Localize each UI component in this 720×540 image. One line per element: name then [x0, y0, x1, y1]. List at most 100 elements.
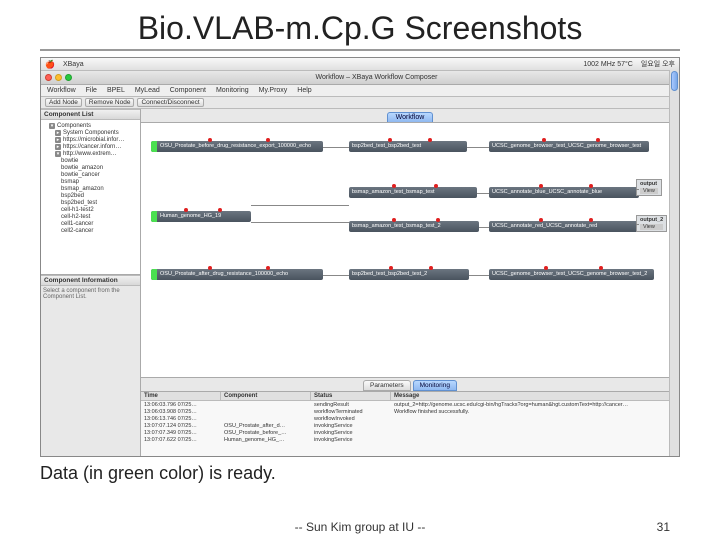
workflow-node[interactable]: UCSC_genome_browser_test_UCSC_genome_bro…	[489, 269, 654, 280]
workflow-node[interactable]: bsmap_amazon_test_bsmap_test	[349, 187, 477, 198]
tree-item[interactable]: ▾Components	[43, 122, 138, 129]
component-tree[interactable]: ▾Components▸System Components▸https://mi…	[41, 120, 140, 275]
edge	[251, 222, 349, 223]
tree-item[interactable]: bowtie	[43, 157, 138, 164]
component-info-header: Component Information	[41, 275, 140, 286]
log-col-time[interactable]: Time	[141, 392, 221, 400]
output-node[interactable]: output_2View	[636, 215, 667, 232]
tree-item[interactable]: ▾http://www.extrem…	[43, 150, 138, 157]
log-row[interactable]: 13:07:07.349 07/25…OSU_Prostate_before_……	[141, 429, 679, 436]
tree-item[interactable]: bsmap_amazon	[43, 185, 138, 192]
node-port[interactable]	[599, 266, 603, 270]
menubar-clock: 일요일 오후	[641, 59, 675, 69]
menu-component[interactable]: Component	[170, 87, 206, 94]
log-row[interactable]: 13:07:07.124 07/25…OSU_Prostate_after_d……	[141, 422, 679, 429]
monitoring-log: Time Component Status Message 13:06:03.7…	[141, 391, 679, 456]
log-col-message[interactable]: Message	[391, 392, 679, 400]
tree-item[interactable]: ▸https://cancer.inforn…	[43, 143, 138, 150]
menubar-app[interactable]: XBaya	[63, 61, 84, 68]
tree-item[interactable]: bsp2bed	[43, 192, 138, 199]
toolbar-add-node[interactable]: Add Node	[45, 98, 82, 107]
close-icon[interactable]	[45, 74, 52, 81]
log-row[interactable]: 13:06:13.746 07/25…workflowInvoked	[141, 415, 679, 422]
node-port[interactable]	[429, 266, 433, 270]
log-col-status[interactable]: Status	[311, 392, 391, 400]
edge	[323, 275, 349, 276]
zoom-icon[interactable]	[65, 74, 72, 81]
tab-parameters[interactable]: Parameters	[363, 380, 411, 391]
slide-title: Bio.VLAB-m.Cp.G Screenshots	[0, 0, 720, 49]
edge	[469, 275, 489, 276]
node-port[interactable]	[544, 266, 548, 270]
left-panel: Component List ▾Components▸System Compon…	[41, 109, 141, 456]
log-row[interactable]: 13:06:03.796 07/25…sendingResultoutput_2…	[141, 401, 679, 408]
node-port[interactable]	[589, 218, 593, 222]
component-list-header: Component List	[41, 109, 140, 120]
tree-item[interactable]: bowtie_cancer	[43, 171, 138, 178]
node-port[interactable]	[389, 266, 393, 270]
edge	[477, 193, 489, 194]
tree-item[interactable]: bsmap	[43, 178, 138, 185]
log-row[interactable]: 13:06:03.908 07/25…workflowTerminatedWor…	[141, 408, 679, 415]
tree-item[interactable]: ▸System Components	[43, 129, 138, 136]
workflow-node[interactable]: OSU_Prostate_before_drug_resistance_expo…	[151, 141, 323, 152]
edge	[636, 189, 639, 190]
tree-item[interactable]: cell2-cancer	[43, 227, 138, 234]
tree-item[interactable]: cell1-cancer	[43, 220, 138, 227]
log-row[interactable]: 13:07:07.622 07/25…Human_genome_HG_…invo…	[141, 436, 679, 443]
node-port[interactable]	[428, 138, 432, 142]
tab-workflow[interactable]: Workflow	[387, 112, 434, 122]
toolbar: Add NodeRemove NodeConnect/Disconnect	[41, 97, 679, 109]
page-number: 31	[657, 520, 670, 534]
slide-caption: Data (in green color) is ready.	[0, 457, 720, 484]
log-scrollbar[interactable]	[669, 70, 679, 456]
menu-bpel[interactable]: BPEL	[107, 87, 125, 94]
edge	[467, 147, 489, 148]
tree-item[interactable]: bowtie_amazon	[43, 164, 138, 171]
tree-item[interactable]: ▸https://microbial.infor…	[43, 136, 138, 143]
menu-help[interactable]: Help	[297, 87, 311, 94]
toolbar-connect-disconnect[interactable]: Connect/Disconnect	[137, 98, 203, 107]
app-window: 🍎 XBaya 1002 MHz 57°C 일요일 오후 Workflow – …	[40, 57, 680, 457]
menu-mylead[interactable]: MyLead	[135, 87, 160, 94]
menu-myproxy[interactable]: My.Proxy	[259, 87, 288, 94]
workflow-node[interactable]: OSU_Prostate_after_drug_resistance_10000…	[151, 269, 323, 280]
log-col-component[interactable]: Component	[221, 392, 311, 400]
node-port[interactable]	[589, 184, 593, 188]
app-menu: Workflow File BPEL MyLead Component Monitorin…	[41, 85, 679, 97]
workflow-node[interactable]: UCSC_annotate_red_UCSC_annotate_red	[489, 221, 639, 232]
tree-item[interactable]: bsp2bed_test	[43, 199, 138, 206]
footer-center: -- Sun Kim group at IU --	[295, 520, 426, 534]
edge	[636, 224, 639, 225]
workflow-node[interactable]: Human_genome_HG_19	[151, 211, 251, 222]
tab-monitoring[interactable]: Monitoring	[413, 380, 457, 391]
window-controls[interactable]	[45, 74, 72, 81]
title-underline	[40, 49, 680, 51]
node-port[interactable]	[539, 218, 543, 222]
node-port[interactable]	[266, 266, 270, 270]
log-header: Time Component Status Message	[141, 392, 679, 401]
tree-item[interactable]: cell-h2-test	[43, 213, 138, 220]
bottom-tabs: ParametersMonitoring	[141, 377, 679, 391]
menu-monitoring[interactable]: Monitoring	[216, 87, 249, 94]
node-port[interactable]	[392, 184, 396, 188]
node-port[interactable]	[596, 138, 600, 142]
minimize-icon[interactable]	[55, 74, 62, 81]
node-port[interactable]	[436, 218, 440, 222]
workflow-canvas[interactable]: OSU_Prostate_before_drug_resistance_expo…	[141, 123, 679, 377]
node-port[interactable]	[266, 138, 270, 142]
workflow-tabs: Workflow	[141, 109, 679, 123]
workflow-node[interactable]: bsp2bed_test_bsp2bed_test_2	[349, 269, 469, 280]
workflow-node[interactable]: UCSC_genome_browser_test_UCSC_genome_bro…	[489, 141, 649, 152]
menu-workflow[interactable]: Workflow	[47, 87, 76, 94]
node-port[interactable]	[218, 208, 222, 212]
toolbar-remove-node[interactable]: Remove Node	[85, 98, 135, 107]
workflow-node[interactable]: UCSC_annotate_blue_UCSC_annotate_blue	[489, 187, 639, 198]
tree-item[interactable]: cell-h1-test2	[43, 206, 138, 213]
workflow-node[interactable]: bsmap_amazon_test_bsmap_test_2	[349, 221, 479, 232]
component-info: Select a component from the Component Li…	[41, 286, 140, 456]
workflow-node[interactable]: bsp2bed_test_bsp2bed_test	[349, 141, 467, 152]
output-node[interactable]: outputView	[636, 179, 662, 196]
node-port[interactable]	[539, 184, 543, 188]
menu-file[interactable]: File	[86, 87, 97, 94]
